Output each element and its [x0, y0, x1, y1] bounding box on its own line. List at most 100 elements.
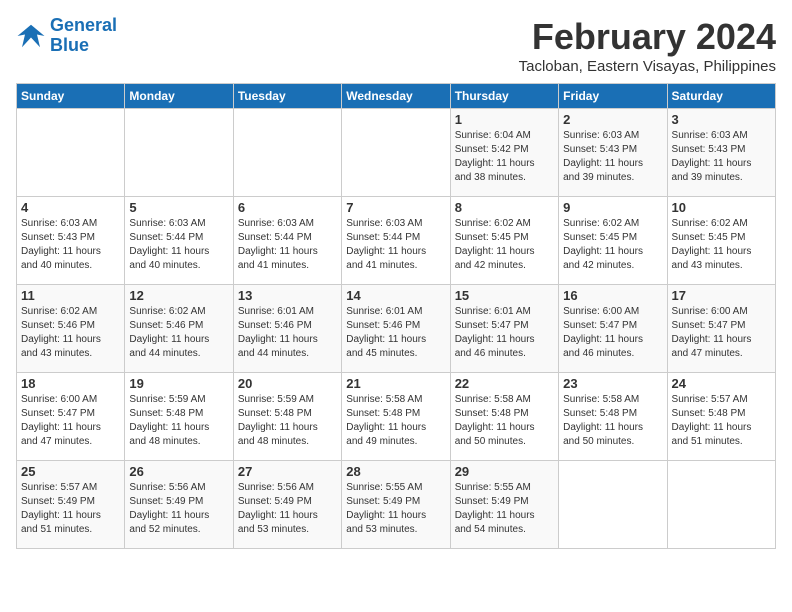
calendar-day-cell: 28Sunrise: 5:55 AM Sunset: 5:49 PM Dayli…	[342, 461, 450, 549]
day-info: Sunrise: 6:01 AM Sunset: 5:46 PM Dayligh…	[238, 305, 337, 361]
day-info: Sunrise: 5:57 AM Sunset: 5:48 PM Dayligh…	[672, 393, 771, 449]
day-info: Sunrise: 6:04 AM Sunset: 5:42 PM Dayligh…	[455, 129, 554, 185]
logo-text: General Blue	[50, 16, 117, 56]
logo-line1: General	[50, 15, 117, 35]
day-number: 6	[238, 200, 337, 215]
calendar-day-cell: 20 Sunrise: 5:59 AM Sunset: 5:48 PM Dayli…	[233, 373, 341, 461]
calendar-day-cell: 15Sunrise: 6:01 AM Sunset: 5:47 PM Dayli…	[450, 285, 558, 373]
calendar-day-cell: 4 Sunrise: 6:03 AM Sunset: 5:43 PM Daylig…	[17, 197, 125, 285]
day-number: 29	[455, 464, 554, 479]
day-info: Sunrise: 6:00 AM Sunset: 5:47 PM Dayligh…	[563, 305, 662, 361]
month-title: February 2024	[519, 16, 776, 58]
calendar-day-cell: 26 Sunrise: 5:56 AM Sunset: 5:49 PM Dayli…	[125, 461, 233, 549]
calendar-day-cell	[125, 109, 233, 197]
day-info: Sunrise: 5:56 AM Sunset: 5:49 PM Dayligh…	[238, 481, 337, 537]
calendar-day-cell: 29 Sunrise: 5:55 AM Sunset: 5:49 PM Dayli…	[450, 461, 558, 549]
day-number: 21	[346, 376, 445, 391]
calendar-day-cell: 22Sunrise: 5:58 AM Sunset: 5:48 PM Dayli…	[450, 373, 558, 461]
day-number: 11	[21, 288, 120, 303]
calendar-day-cell: 13 Sunrise: 6:01 AM Sunset: 5:46 PM Dayli…	[233, 285, 341, 373]
day-info: Sunrise: 5:56 AM Sunset: 5:49 PM Dayligh…	[129, 481, 228, 537]
calendar-day-cell: 17 Sunrise: 6:00 AM Sunset: 5:47 PM Dayli…	[667, 285, 775, 373]
calendar-table: SundayMondayTuesdayWednesdayThursdayFrid…	[16, 83, 776, 549]
day-number: 13	[238, 288, 337, 303]
location-subtitle: Tacloban, Eastern Visayas, Philippines	[519, 58, 776, 75]
weekday-header: Tuesday	[233, 84, 341, 109]
day-info: Sunrise: 5:55 AM Sunset: 5:49 PM Dayligh…	[346, 481, 445, 537]
calendar-body: 1 Sunrise: 6:04 AM Sunset: 5:42 PM Daylig…	[17, 109, 776, 549]
day-number: 4	[21, 200, 120, 215]
day-number: 20	[238, 376, 337, 391]
weekday-header: Saturday	[667, 84, 775, 109]
calendar-day-cell: 10Sunrise: 6:02 AM Sunset: 5:45 PM Dayli…	[667, 197, 775, 285]
day-info: Sunrise: 6:03 AM Sunset: 5:44 PM Dayligh…	[238, 217, 337, 273]
day-number: 16	[563, 288, 662, 303]
calendar-day-cell: 14Sunrise: 6:01 AM Sunset: 5:46 PM Dayli…	[342, 285, 450, 373]
day-number: 1	[455, 112, 554, 127]
calendar-day-cell: 1 Sunrise: 6:04 AM Sunset: 5:42 PM Daylig…	[450, 109, 558, 197]
day-info: Sunrise: 6:02 AM Sunset: 5:46 PM Dayligh…	[129, 305, 228, 361]
logo: General Blue	[16, 16, 117, 56]
calendar-day-cell: 7Sunrise: 6:03 AM Sunset: 5:44 PM Daylig…	[342, 197, 450, 285]
calendar-day-cell	[667, 461, 775, 549]
day-info: Sunrise: 6:03 AM Sunset: 5:43 PM Dayligh…	[21, 217, 120, 273]
title-block: February 2024 Tacloban, Eastern Visayas,…	[519, 16, 776, 75]
calendar-day-cell: 8 Sunrise: 6:02 AM Sunset: 5:45 PM Daylig…	[450, 197, 558, 285]
calendar-day-cell	[559, 461, 667, 549]
day-info: Sunrise: 6:01 AM Sunset: 5:47 PM Dayligh…	[455, 305, 554, 361]
weekday-header: Wednesday	[342, 84, 450, 109]
logo-line2: Blue	[50, 35, 89, 55]
day-number: 3	[672, 112, 771, 127]
day-number: 19	[129, 376, 228, 391]
day-info: Sunrise: 5:55 AM Sunset: 5:49 PM Dayligh…	[455, 481, 554, 537]
day-number: 12	[129, 288, 228, 303]
weekday-header: Monday	[125, 84, 233, 109]
calendar-week-row: 25Sunrise: 5:57 AM Sunset: 5:49 PM Dayli…	[17, 461, 776, 549]
day-info: Sunrise: 5:59 AM Sunset: 5:48 PM Dayligh…	[129, 393, 228, 449]
calendar-day-cell: 25Sunrise: 5:57 AM Sunset: 5:49 PM Dayli…	[17, 461, 125, 549]
day-info: Sunrise: 6:02 AM Sunset: 5:45 PM Dayligh…	[563, 217, 662, 273]
calendar-day-cell: 23Sunrise: 5:58 AM Sunset: 5:48 PM Dayli…	[559, 373, 667, 461]
weekday-header: Friday	[559, 84, 667, 109]
weekday-header: Thursday	[450, 84, 558, 109]
day-number: 8	[455, 200, 554, 215]
day-number: 2	[563, 112, 662, 127]
day-number: 25	[21, 464, 120, 479]
day-number: 10	[672, 200, 771, 215]
day-number: 26	[129, 464, 228, 479]
day-info: Sunrise: 5:58 AM Sunset: 5:48 PM Dayligh…	[346, 393, 445, 449]
calendar-day-cell: 24Sunrise: 5:57 AM Sunset: 5:48 PM Dayli…	[667, 373, 775, 461]
day-info: Sunrise: 6:02 AM Sunset: 5:45 PM Dayligh…	[455, 217, 554, 273]
day-info: Sunrise: 5:59 AM Sunset: 5:48 PM Dayligh…	[238, 393, 337, 449]
day-info: Sunrise: 6:03 AM Sunset: 5:43 PM Dayligh…	[563, 129, 662, 185]
calendar-day-cell	[342, 109, 450, 197]
calendar-day-cell: 19 Sunrise: 5:59 AM Sunset: 5:48 PM Dayli…	[125, 373, 233, 461]
day-number: 9	[563, 200, 662, 215]
calendar-week-row: 11 Sunrise: 6:02 AM Sunset: 5:46 PM Dayli…	[17, 285, 776, 373]
calendar-day-cell: 21 Sunrise: 5:58 AM Sunset: 5:48 PM Dayli…	[342, 373, 450, 461]
calendar-day-cell: 9 Sunrise: 6:02 AM Sunset: 5:45 PM Daylig…	[559, 197, 667, 285]
day-number: 27	[238, 464, 337, 479]
calendar-week-row: 1 Sunrise: 6:04 AM Sunset: 5:42 PM Daylig…	[17, 109, 776, 197]
calendar-day-cell: 5Sunrise: 6:03 AM Sunset: 5:44 PM Daylig…	[125, 197, 233, 285]
day-number: 18	[21, 376, 120, 391]
day-info: Sunrise: 5:58 AM Sunset: 5:48 PM Dayligh…	[455, 393, 554, 449]
calendar-day-cell: 11 Sunrise: 6:02 AM Sunset: 5:46 PM Dayli…	[17, 285, 125, 373]
page-header: General Blue February 2024 Tacloban, Eas…	[16, 16, 776, 75]
calendar-day-cell: 18 Sunrise: 6:00 AM Sunset: 5:47 PM Dayli…	[17, 373, 125, 461]
day-number: 17	[672, 288, 771, 303]
day-info: Sunrise: 6:02 AM Sunset: 5:46 PM Dayligh…	[21, 305, 120, 361]
calendar-day-cell: 6 Sunrise: 6:03 AM Sunset: 5:44 PM Daylig…	[233, 197, 341, 285]
day-info: Sunrise: 6:00 AM Sunset: 5:47 PM Dayligh…	[21, 393, 120, 449]
logo-bird-icon	[16, 21, 46, 51]
day-info: Sunrise: 6:01 AM Sunset: 5:46 PM Dayligh…	[346, 305, 445, 361]
calendar-header-row: SundayMondayTuesdayWednesdayThursdayFrid…	[17, 84, 776, 109]
calendar-week-row: 18 Sunrise: 6:00 AM Sunset: 5:47 PM Dayli…	[17, 373, 776, 461]
calendar-week-row: 4 Sunrise: 6:03 AM Sunset: 5:43 PM Daylig…	[17, 197, 776, 285]
calendar-day-cell	[233, 109, 341, 197]
day-number: 23	[563, 376, 662, 391]
day-number: 7	[346, 200, 445, 215]
day-info: Sunrise: 6:00 AM Sunset: 5:47 PM Dayligh…	[672, 305, 771, 361]
day-number: 5	[129, 200, 228, 215]
calendar-day-cell	[17, 109, 125, 197]
